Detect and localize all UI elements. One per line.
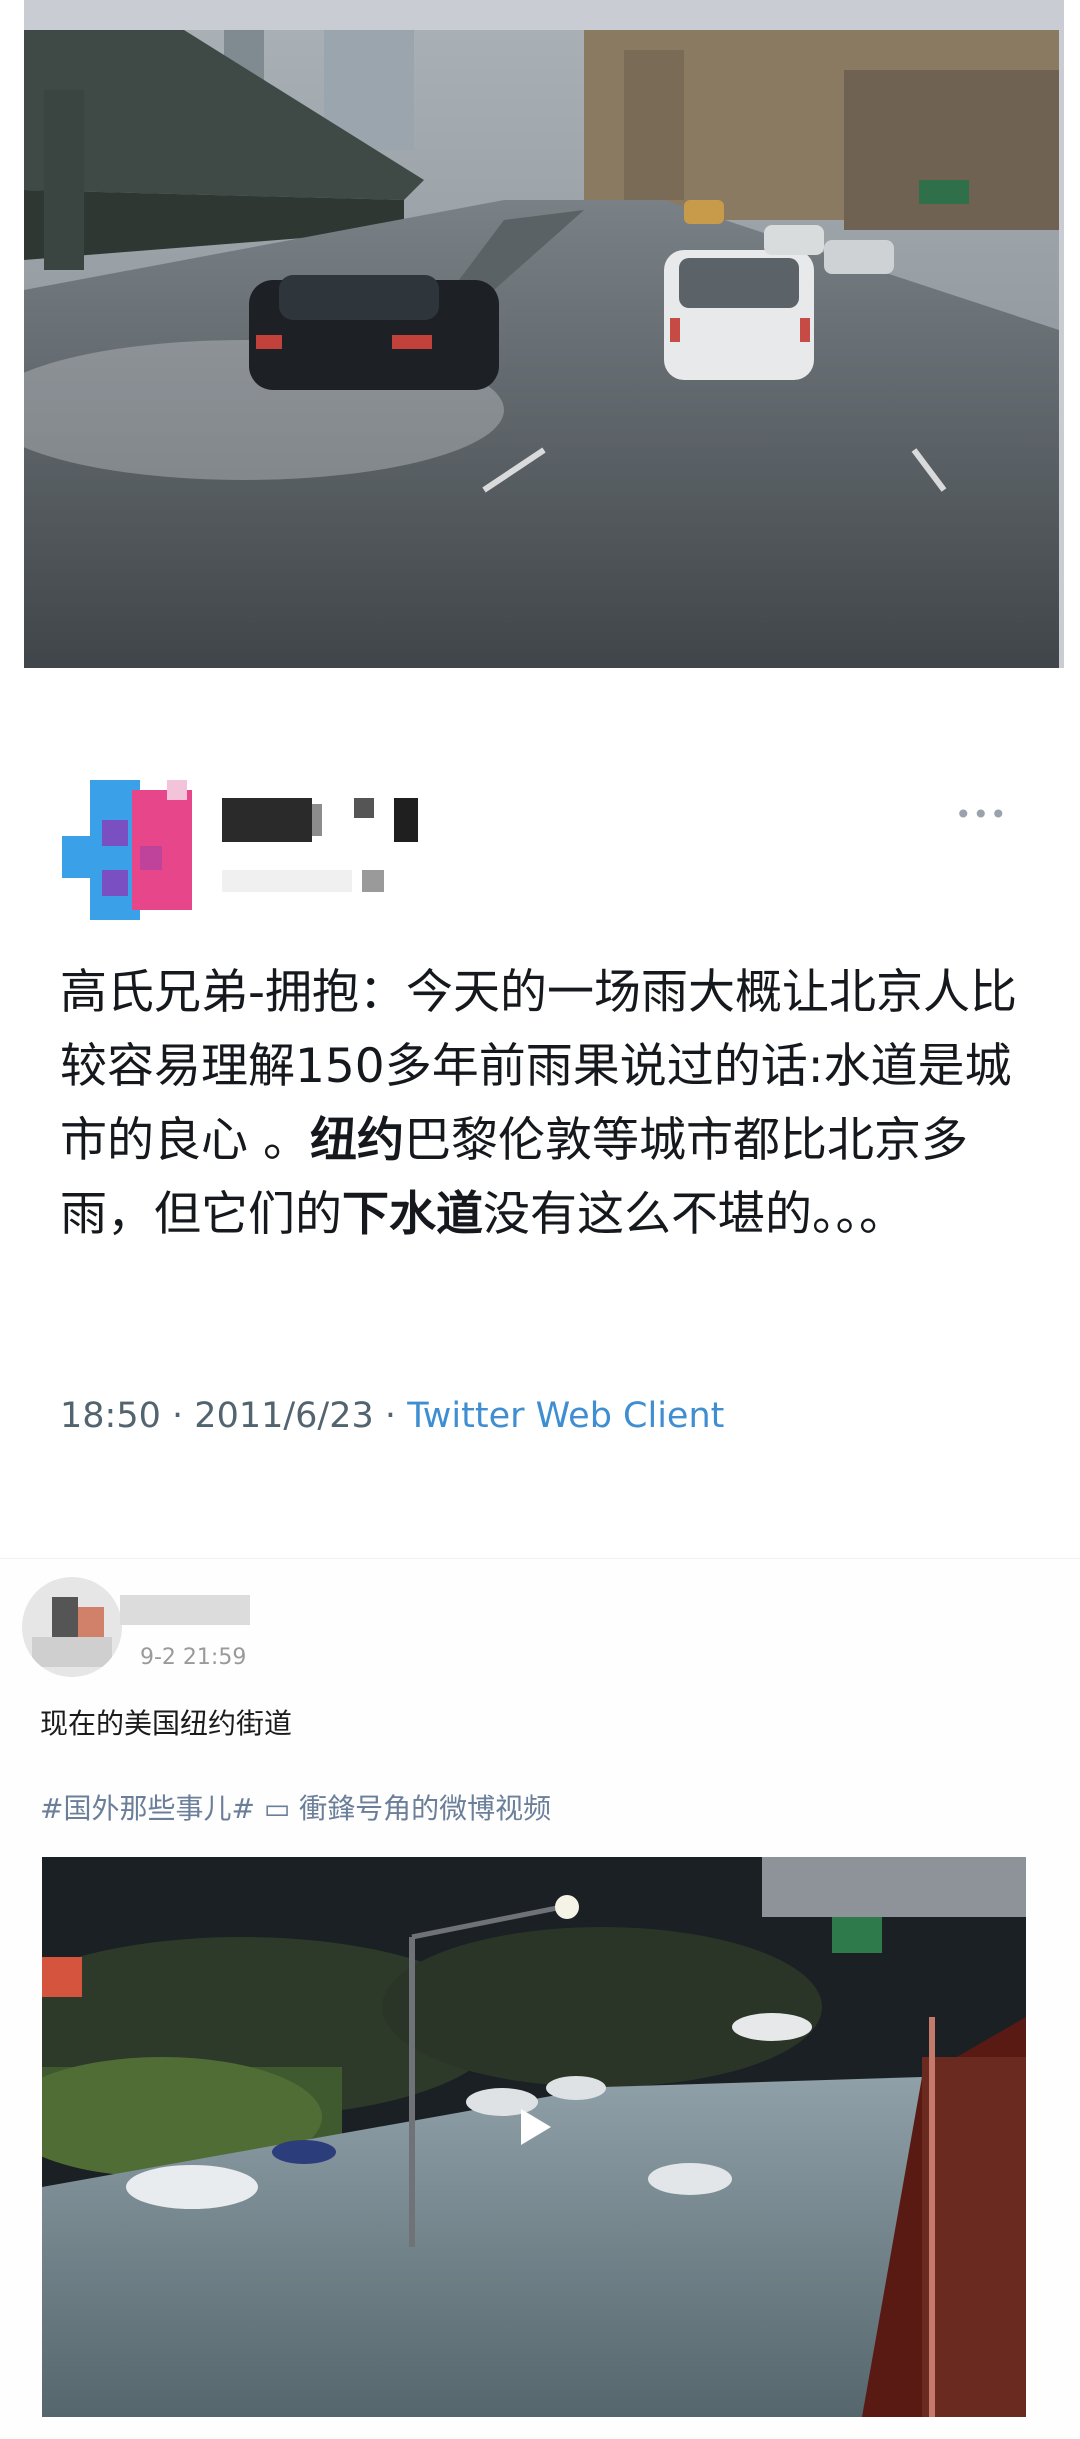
weibo-tags[interactable]: #国外那些事儿# ▭ 衝鋒号角的微博视频 — [40, 1787, 551, 1827]
tweet-card: ••• 高氏兄弟-拥抱：今天的一场雨大概让北京人比较容易理解150多年前雨果说过… — [0, 668, 1080, 1558]
tweet-text-part3: 没有这么不堪的。。。 — [483, 1187, 906, 1242]
tweet-time: 18:50 — [60, 1396, 161, 1436]
tweet-text: 高氏兄弟-拥抱：今天的一场雨大概让北京人比较容易理解150多年前雨果说过的话:水… — [60, 956, 1020, 1252]
user-avatar[interactable] — [62, 780, 202, 920]
weibo-time: 9-2 21:59 — [140, 1645, 247, 1670]
handle-blurred — [222, 870, 384, 892]
rainy-highway-photo[interactable] — [24, 30, 1059, 668]
username-blurred — [222, 798, 418, 842]
weibo-username-blurred — [120, 1595, 250, 1625]
play-icon[interactable] — [515, 2107, 555, 2147]
meta-separator: · — [172, 1396, 184, 1436]
weibo-text: 现在的美国纽约街道 — [40, 1707, 293, 1740]
meta-separator: · — [384, 1396, 397, 1436]
weibo-avatar[interactable] — [22, 1577, 122, 1677]
tweet-client-link[interactable]: Twitter Web Client — [407, 1396, 724, 1436]
tweet-bold-newyork: 纽约 — [309, 1113, 404, 1168]
tweet-bold-sewer: 下水道 — [342, 1187, 483, 1242]
rainy-highway-illustration — [24, 30, 1059, 668]
more-dots-icon[interactable]: ••• — [955, 798, 1008, 831]
tweet-date: 2011/6/23 — [194, 1396, 374, 1436]
weibo-card: 9-2 21:59 现在的美国纽约街道 #国外那些事儿# ▭ 衝鋒号角的微博视频 — [0, 1558, 1080, 2439]
tweet-meta: 18:50 · 2011/6/23 · Twitter Web Client — [60, 1396, 724, 1436]
